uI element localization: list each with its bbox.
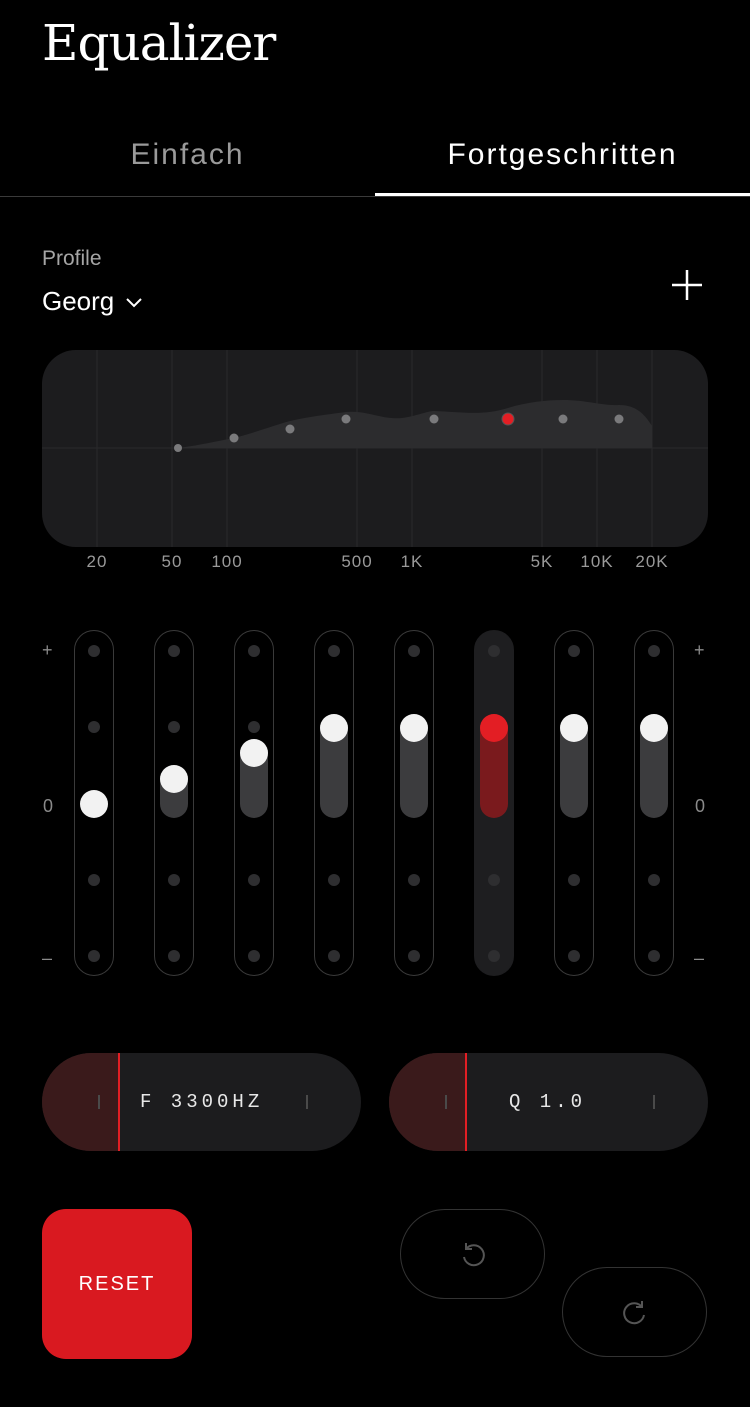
slider-tick	[568, 645, 580, 657]
q-control[interactable]: Q 1.0	[389, 1053, 708, 1151]
scale-plus-right: +	[694, 640, 705, 660]
profile-selected-value: Georg	[42, 286, 115, 316]
frequency-axis: 20 50 100 500 1K 5K 10K 20K	[0, 552, 750, 574]
slider-tick	[168, 721, 180, 733]
slider-tick	[248, 874, 260, 886]
freq-label: 10K	[580, 552, 614, 571]
band-slider-8[interactable]	[634, 630, 674, 976]
slider-tick	[328, 950, 340, 962]
profile-label: Profile	[42, 247, 102, 270]
slider-tick	[488, 950, 500, 962]
equalizer-screen: Equalizer Einfach Fortgeschritten Profil…	[0, 0, 750, 1407]
slider-tick	[568, 950, 580, 962]
slider-tick	[248, 721, 260, 733]
slider-knob[interactable]	[480, 713, 508, 742]
frequency-value: F 3300HZ	[140, 1091, 264, 1113]
scale-minus-right: –	[694, 948, 705, 968]
redo-icon	[622, 1301, 645, 1325]
chevron-down-icon	[126, 297, 142, 307]
scale-zero-right: 0	[695, 796, 706, 816]
q-value: Q 1.0	[509, 1091, 587, 1113]
slider-tick	[248, 950, 260, 962]
eq-curve	[42, 350, 708, 547]
slider-knob[interactable]	[640, 713, 668, 742]
slider-tick	[648, 645, 660, 657]
slider-knob[interactable]	[320, 713, 348, 742]
freq-label: 500	[341, 552, 373, 571]
tick-mark	[653, 1095, 655, 1109]
tick-mark	[98, 1095, 100, 1109]
freq-label: 20	[86, 552, 108, 571]
slider-tick	[248, 645, 260, 657]
band-slider-3[interactable]	[234, 630, 274, 976]
slider-knob[interactable]	[80, 790, 108, 818]
add-profile-icon[interactable]	[668, 266, 706, 304]
frequency-control-track	[42, 1053, 119, 1151]
slider-tick	[168, 645, 180, 657]
band-slider-5[interactable]	[394, 630, 434, 976]
reset-button[interactable]: RESET	[42, 1209, 192, 1359]
slider-knob[interactable]	[160, 764, 188, 793]
profile-dropdown[interactable]: Georg	[42, 286, 144, 317]
band-slider-7[interactable]	[554, 630, 594, 976]
slider-tick	[328, 874, 340, 886]
slider-tick	[488, 874, 500, 886]
tab-einfach[interactable]: Einfach	[0, 125, 375, 195]
slider-tick	[168, 950, 180, 962]
undo-icon	[462, 1243, 485, 1267]
slider-tick	[88, 645, 100, 657]
q-control-track	[389, 1053, 466, 1151]
slider-tick	[408, 645, 420, 657]
slider-knob[interactable]	[400, 713, 428, 742]
frequency-control[interactable]: F 3300HZ	[42, 1053, 361, 1151]
freq-label: 100	[211, 552, 243, 571]
redo-button[interactable]	[562, 1267, 707, 1357]
page-title: Equalizer	[42, 14, 276, 72]
slider-tick	[568, 874, 580, 886]
tab-fortgeschritten[interactable]: Fortgeschritten	[375, 125, 750, 196]
band-slider-4[interactable]	[314, 630, 354, 976]
freq-label: 5K	[530, 552, 554, 571]
scale-minus-left: –	[42, 948, 53, 968]
slider-knob[interactable]	[240, 738, 268, 767]
frequency-control-indicator	[118, 1053, 120, 1151]
freq-label: 50	[161, 552, 183, 571]
tick-mark	[445, 1095, 447, 1109]
slider-tick	[88, 874, 100, 886]
tick-mark	[306, 1095, 308, 1109]
scale-plus-left: +	[42, 640, 53, 660]
band-slider-2[interactable]	[154, 630, 194, 976]
freq-label: 1K	[400, 552, 424, 571]
slider-tick	[648, 950, 660, 962]
slider-knob[interactable]	[560, 713, 588, 742]
freq-label: 20K	[635, 552, 669, 571]
undo-button[interactable]	[400, 1209, 545, 1299]
band-slider-6[interactable]	[474, 630, 514, 976]
band-slider-1[interactable]	[74, 630, 114, 976]
scale-zero-left: 0	[43, 796, 54, 816]
slider-tick	[488, 645, 500, 657]
slider-tick	[168, 874, 180, 886]
slider-tick	[408, 874, 420, 886]
slider-tick	[408, 950, 420, 962]
slider-tick	[328, 645, 340, 657]
tab-bar: Einfach Fortgeschritten	[0, 125, 750, 197]
slider-tick	[648, 874, 660, 886]
q-control-indicator	[465, 1053, 467, 1151]
eq-curve-graph	[42, 350, 708, 547]
slider-tick	[88, 721, 100, 733]
slider-tick	[88, 950, 100, 962]
